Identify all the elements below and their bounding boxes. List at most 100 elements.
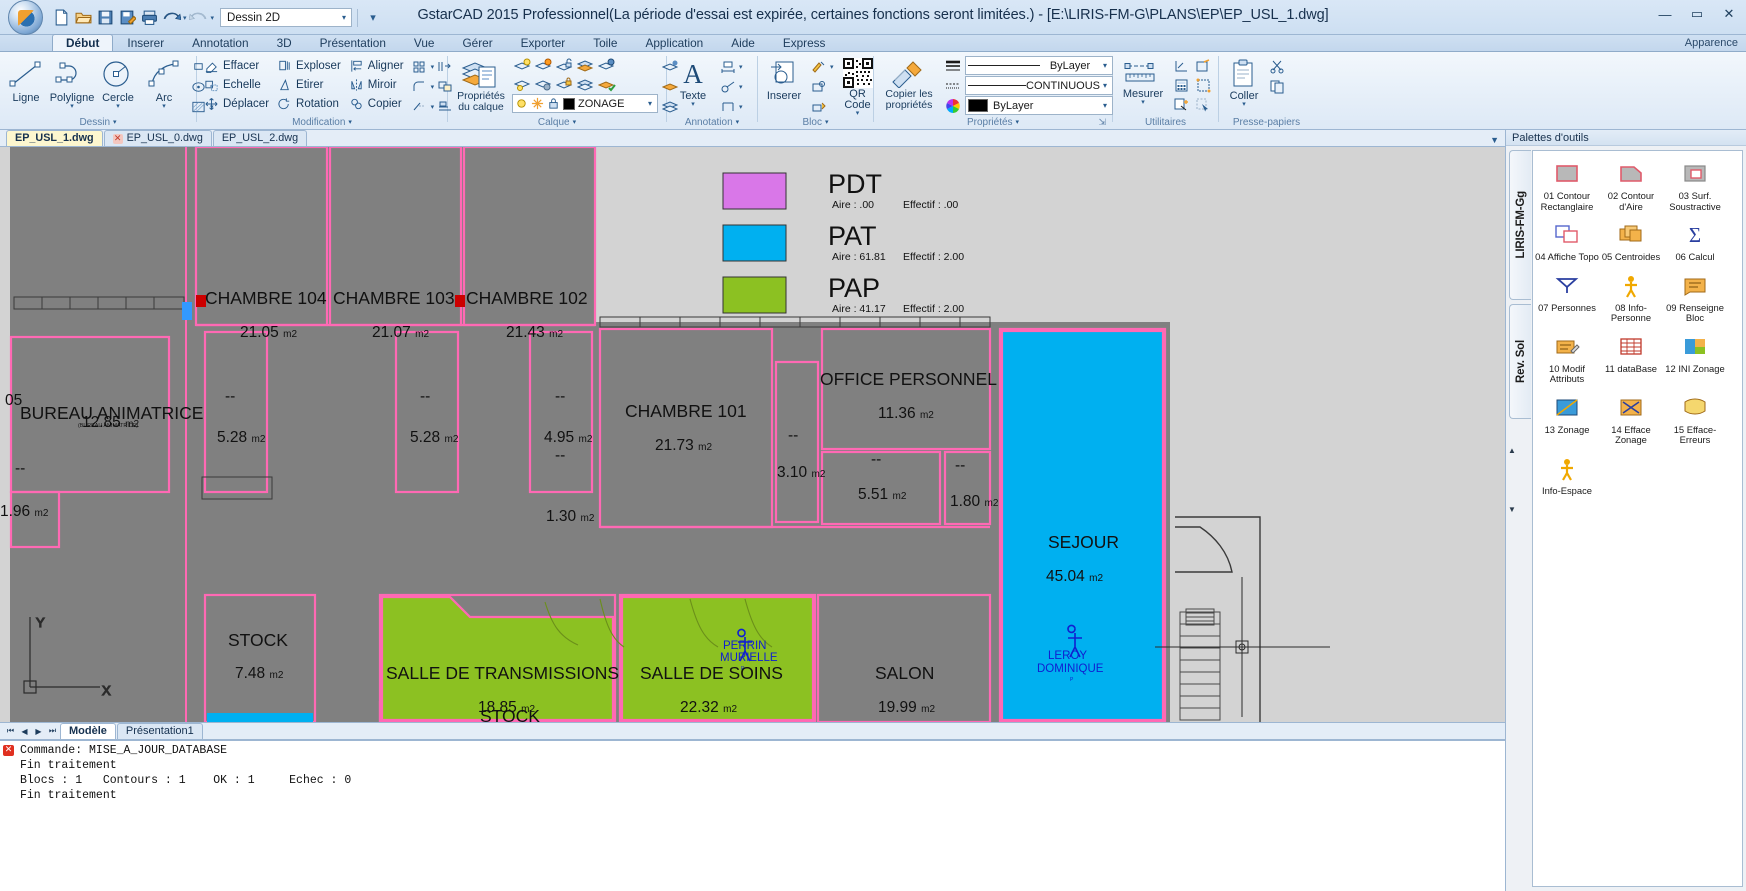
close-icon[interactable]: ✕ xyxy=(113,134,123,144)
chevron-down-icon[interactable]: ▾ xyxy=(1100,81,1110,90)
scale-button[interactable]: Echelle xyxy=(201,76,274,94)
palette-item-04-affiche-topo[interactable]: 04 Affiche Topo xyxy=(1535,220,1599,263)
doc-tab-ep-usl-0[interactable]: ✕ EP_USL_0.dwg xyxy=(104,130,212,146)
layer-settings-icon[interactable] xyxy=(533,74,554,93)
tab-application[interactable]: Application xyxy=(631,34,717,51)
create-block-dropdown-caret[interactable]: ▾ xyxy=(830,63,834,71)
chevron-down-icon[interactable]: ▾ xyxy=(1100,61,1110,70)
circle-button[interactable]: Cercle ▾ xyxy=(96,55,140,113)
workspace-selector[interactable]: Dessin 2D ▾ xyxy=(220,8,352,27)
table-icon[interactable] xyxy=(717,97,738,116)
palette-item-08-info-personne[interactable]: 08 Info-Personne xyxy=(1599,271,1663,324)
qat-more-button[interactable]: ▾ xyxy=(363,8,383,28)
doc-tabs-overflow-caret[interactable]: ▼ xyxy=(1490,135,1499,145)
undo-icon[interactable] xyxy=(161,8,181,28)
layer-current-icon[interactable] xyxy=(596,55,617,74)
new-icon[interactable] xyxy=(51,8,71,28)
save-as-icon[interactable] xyxy=(117,8,137,28)
trim-icon[interactable] xyxy=(409,97,430,116)
chevron-down-icon[interactable]: ▾ xyxy=(1100,101,1110,110)
save-icon[interactable] xyxy=(95,8,115,28)
quick-select-icon[interactable] xyxy=(1193,95,1214,114)
dimension-icon[interactable] xyxy=(717,57,738,76)
text-dropdown-caret[interactable]: ▾ xyxy=(691,102,695,108)
palette-item-06-calcul[interactable]: Σ 06 Calcul xyxy=(1663,220,1727,263)
last-tab-button[interactable]: ⏭ xyxy=(46,724,59,738)
panel-bloc-expand-caret[interactable]: ▾ xyxy=(825,116,829,129)
tab-aide[interactable]: Aide xyxy=(717,34,769,51)
tab-presentation1[interactable]: Présentation1 xyxy=(117,723,203,739)
measure-button[interactable]: Mesurer ▾ xyxy=(1117,55,1169,109)
arc-button[interactable]: Arc ▾ xyxy=(142,55,186,113)
lineweight-selector[interactable]: ByLayer ▾ xyxy=(965,56,1113,75)
palette-item-11-database[interactable]: 11 dataBase xyxy=(1599,332,1663,385)
paste-dropdown-caret[interactable]: ▾ xyxy=(1242,102,1246,108)
chevron-down-icon[interactable]: ▼ xyxy=(1508,505,1516,514)
tab-vue[interactable]: Vue xyxy=(400,34,449,51)
text-button[interactable]: A Texte ▾ xyxy=(671,55,715,111)
tab-exporter[interactable]: Exporter xyxy=(507,34,580,51)
tab-presentation[interactable]: Présentation xyxy=(306,34,400,51)
redo-icon[interactable] xyxy=(189,8,209,28)
palette-item-10-modif-attributs[interactable]: 10 Modif Attributs xyxy=(1535,332,1599,385)
panel-modification-expand-caret[interactable]: ▾ xyxy=(348,116,352,129)
application-menu-button[interactable] xyxy=(8,0,43,35)
layer-lock-icon[interactable] xyxy=(554,74,575,93)
line-button[interactable]: Ligne xyxy=(4,55,48,107)
tab-express[interactable]: Express xyxy=(769,34,840,51)
chevron-up-icon[interactable]: ▲ xyxy=(1508,446,1516,455)
add-selected-icon[interactable] xyxy=(1171,95,1192,114)
prev-tab-button[interactable]: ◀ xyxy=(18,724,31,738)
color-selector[interactable]: ByLayer ▾ xyxy=(965,96,1113,115)
palette-item-15-efface-erreurs[interactable]: 15 Efface-Erreurs xyxy=(1663,393,1727,446)
array-icon[interactable] xyxy=(409,57,430,76)
table-dropdown-caret[interactable]: ▾ xyxy=(739,103,743,111)
floor-plan-drawing[interactable]: Y X PDT Aire : .00 Effectif : .00 PAT Ai… xyxy=(0,147,1505,722)
palette-item-01-contour-rectanglaire[interactable]: 01 Contour Rectanglaire xyxy=(1535,159,1599,212)
panel-proprietes-expand-caret[interactable]: ▾ xyxy=(1016,116,1020,129)
layer-color-swatch[interactable] xyxy=(563,98,575,110)
tab-debut[interactable]: Début xyxy=(52,34,113,51)
layer-match-icon[interactable] xyxy=(596,74,617,93)
open-icon[interactable] xyxy=(73,8,93,28)
doc-tab-ep-usl-2[interactable]: EP_USL_2.dwg xyxy=(213,130,307,146)
tab-gerer[interactable]: Gérer xyxy=(448,34,506,51)
tab-toile[interactable]: Toile xyxy=(579,34,631,51)
layer-isolate-icon[interactable] xyxy=(512,74,533,93)
palette-item-03-surf-soustractive[interactable]: 03 Surf. Soustractive xyxy=(1663,159,1727,212)
layer-properties-button[interactable]: Propriétés du calque xyxy=(452,55,510,116)
leader-dropdown-caret[interactable]: ▾ xyxy=(739,83,743,91)
layer-freeze-icon[interactable] xyxy=(575,55,596,74)
tab-modele[interactable]: Modèle xyxy=(60,723,116,739)
explode-button[interactable]: Exploser xyxy=(274,57,346,75)
command-line[interactable]: ✕ Commande: MISE_A_JOUR_DATABASE Fin tra… xyxy=(0,740,1746,891)
undo-dropdown-caret[interactable]: ▾ xyxy=(183,14,187,22)
layer-merge-icon[interactable] xyxy=(575,74,596,93)
polyline-button[interactable]: Polyligne ▾ xyxy=(50,55,94,113)
arc-dropdown-caret[interactable]: ▾ xyxy=(162,104,166,110)
select-similar-icon[interactable] xyxy=(1193,57,1214,76)
circle-dropdown-caret[interactable]: ▾ xyxy=(116,104,120,110)
current-layer-selector[interactable]: ZONAGE ▾ xyxy=(512,94,658,113)
tab-inserer[interactable]: Inserer xyxy=(113,34,178,51)
polyline-dropdown-caret[interactable]: ▾ xyxy=(70,104,74,110)
dimension-dropdown-caret[interactable]: ▾ xyxy=(739,63,743,71)
palette-item-05-centroides[interactable]: 05 Centroides xyxy=(1599,220,1663,263)
cut-icon[interactable] xyxy=(1267,57,1288,76)
palette-item-14-efface-zonage[interactable]: 14 Efface Zonage xyxy=(1599,393,1663,446)
paste-button[interactable]: Coller ▾ xyxy=(1223,55,1265,111)
palette-item-07-personnes[interactable]: 07 Personnes xyxy=(1535,271,1599,324)
appearance-label[interactable]: Apparence xyxy=(1685,37,1738,49)
leader-icon[interactable] xyxy=(717,77,738,96)
close-button[interactable]: ✕ xyxy=(1718,5,1740,23)
move-button[interactable]: Déplacer xyxy=(201,95,274,113)
palette-tab-liris-fm-gg[interactable]: LIRIS-FM-Gg xyxy=(1509,150,1531,300)
tab-3d[interactable]: 3D xyxy=(263,34,306,51)
first-tab-button[interactable]: ⏮ xyxy=(4,724,17,738)
quick-calc-icon[interactable] xyxy=(1171,76,1192,95)
redo-dropdown-caret[interactable]: ▾ xyxy=(211,14,215,22)
create-block-icon[interactable] xyxy=(808,57,829,76)
mirror-button[interactable]: Miroir xyxy=(346,76,409,94)
palette-item-12-ini-zonage[interactable]: 12 INI Zonage xyxy=(1663,332,1727,385)
edit-block-icon[interactable] xyxy=(808,77,829,96)
